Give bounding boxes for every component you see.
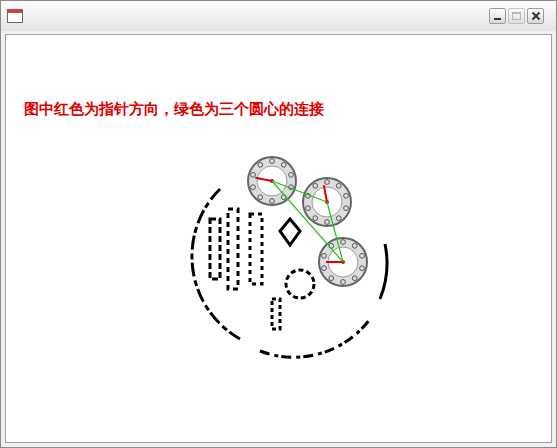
- maximize-icon: [512, 12, 521, 20]
- pointer: [255, 178, 272, 181]
- center-links: [272, 181, 343, 262]
- minimize-icon: [494, 18, 501, 20]
- caption: 图中红色为指针方向，绿色为三个圆心的连接: [24, 99, 551, 119]
- pointer: [324, 185, 327, 202]
- window: 图中红色为指针方向，绿色为三个圆心的连接: [0, 0, 557, 448]
- close-icon: [531, 11, 540, 21]
- app-icon: [7, 9, 23, 23]
- meter-image: [180, 149, 400, 359]
- minimize-button[interactable]: [489, 8, 506, 24]
- close-button[interactable]: [527, 8, 544, 24]
- pointer: [326, 261, 343, 263]
- maximize-button: [508, 8, 525, 24]
- client-area: 图中红色为指针方向，绿色为三个圆心的连接: [5, 34, 552, 443]
- title-bar[interactable]: [1, 1, 556, 31]
